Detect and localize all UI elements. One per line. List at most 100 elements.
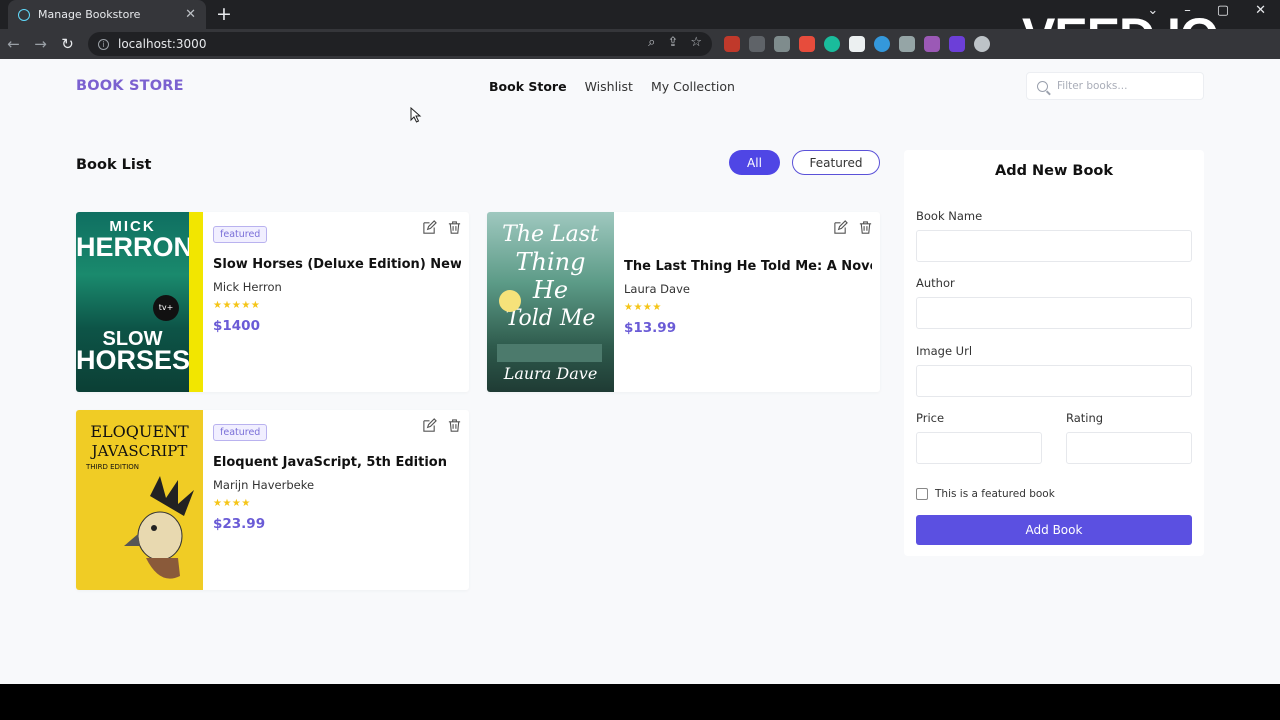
cover-text: The Last — [502, 222, 599, 247]
book-title: Slow Horses (Deluxe Edition) New — [213, 257, 461, 272]
nav-my-collection[interactable]: My Collection — [651, 79, 735, 94]
book-details: The Last Thing He Told Me: A Novel Laura… — [624, 222, 872, 336]
cover-text: Thing — [515, 248, 586, 276]
close-icon[interactable]: ✕ — [185, 7, 196, 22]
card-actions — [422, 418, 462, 433]
url-field[interactable]: i localhost:3000 ⌕ ⇪ ☆ — [88, 32, 712, 56]
search-input[interactable] — [1057, 80, 1197, 92]
extension-icon[interactable] — [749, 36, 765, 52]
author-label: Author — [916, 276, 955, 290]
close-window-icon[interactable]: ✕ — [1255, 3, 1266, 18]
add-book-form: Add New Book Book Name Author Image Url … — [904, 150, 1204, 556]
book-cover-image: MICK HERRON tv+ SLOW HORSES — [76, 212, 203, 392]
image-url-input[interactable] — [916, 365, 1192, 397]
zoom-icon[interactable]: ⌕ — [648, 35, 655, 50]
book-name-label: Book Name — [916, 209, 983, 223]
trash-icon[interactable] — [447, 220, 462, 235]
app-page: BOOK STORE Book Store Wishlist My Collec… — [0, 59, 1280, 684]
image-url-label: Image Url — [916, 344, 973, 358]
extension-icon[interactable] — [899, 36, 915, 52]
book-name-input[interactable] — [916, 230, 1192, 262]
cover-text: HERRON — [76, 232, 194, 262]
extension-icon[interactable] — [949, 36, 965, 52]
extension-icon[interactable] — [724, 36, 740, 52]
edit-icon[interactable] — [422, 220, 437, 235]
url-text: localhost:3000 — [118, 37, 207, 51]
book-details: featured Eloquent JavaScript, 5th Editio… — [213, 420, 461, 532]
filter-all-button[interactable]: All — [729, 150, 780, 175]
rating-stars: ★★★★★ — [213, 300, 261, 311]
page-title: Book List — [76, 157, 152, 173]
edit-icon[interactable] — [833, 220, 848, 235]
featured-badge: featured — [213, 226, 268, 243]
share-icon[interactable]: ⇪ — [667, 35, 678, 50]
new-tab-icon[interactable]: + — [216, 4, 232, 24]
maximize-icon[interactable]: ▢ — [1217, 3, 1229, 18]
extensions-bar — [724, 36, 990, 52]
price-label: Price — [916, 411, 945, 425]
search-icon — [1037, 80, 1048, 92]
book-author: Laura Dave — [624, 282, 690, 296]
book-price: $1400 — [213, 318, 260, 334]
cover-houses — [497, 344, 602, 362]
info-icon[interactable]: i — [98, 38, 109, 50]
rating-input[interactable] — [1066, 432, 1192, 464]
cover-text: HORSES — [76, 345, 191, 375]
cover-strip — [189, 212, 203, 392]
top-nav: Book Store Wishlist My Collection — [489, 79, 735, 94]
cover-bird-illustration — [124, 476, 194, 579]
featured-checkbox-label[interactable]: This is a featured book — [935, 488, 1055, 500]
react-favicon-icon — [18, 8, 30, 21]
book-card: The Last Thing He Told Me Laura Dave The… — [487, 212, 880, 392]
tab-title: Manage Bookstore — [38, 8, 141, 21]
address-bar: ← → ↻ i localhost:3000 ⌕ ⇪ ☆ — [0, 29, 1280, 59]
book-club-sticker — [499, 290, 521, 312]
extension-icon[interactable] — [824, 36, 840, 52]
forward-icon[interactable]: → — [27, 35, 54, 53]
rating-label: Rating — [1066, 411, 1104, 425]
form-title: Add New Book — [994, 163, 1114, 179]
nav-wishlist[interactable]: Wishlist — [585, 79, 633, 94]
extension-icon[interactable] — [874, 36, 890, 52]
nav-book-store[interactable]: Book Store — [489, 79, 567, 94]
mouse-cursor-icon — [410, 107, 422, 123]
brand-logo[interactable]: BOOK STORE — [76, 78, 184, 94]
edit-icon[interactable] — [422, 418, 437, 433]
rating-stars: ★★★★ — [624, 302, 662, 313]
extension-icon[interactable] — [774, 36, 790, 52]
card-actions — [833, 220, 873, 235]
back-icon[interactable]: ← — [0, 35, 27, 53]
book-card: MICK HERRON tv+ SLOW HORSES featured Slo… — [76, 212, 469, 392]
price-input[interactable] — [916, 432, 1042, 464]
book-author: Mick Herron — [213, 280, 282, 294]
book-title: The Last Thing He Told Me: A Novel — [624, 259, 872, 274]
author-input[interactable] — [916, 297, 1192, 329]
featured-checkbox-row: This is a featured book — [916, 488, 1055, 500]
book-cover-image: The Last Thing He Told Me Laura Dave — [487, 212, 614, 392]
cover-text: THIRD EDITION — [86, 463, 140, 471]
browser-tab[interactable]: Manage Bookstore ✕ — [8, 0, 206, 29]
book-title: Eloquent JavaScript, 5th Edition — [213, 455, 447, 470]
book-price: $23.99 — [213, 516, 266, 532]
filter-featured-button[interactable]: Featured — [792, 150, 880, 175]
extension-icon[interactable] — [849, 36, 865, 52]
trash-icon[interactable] — [858, 220, 873, 235]
cover-text: Laura Dave — [503, 364, 598, 383]
extension-icon[interactable] — [924, 36, 940, 52]
book-price: $13.99 — [624, 320, 677, 336]
reload-icon[interactable]: ↻ — [54, 35, 81, 53]
card-actions — [422, 220, 462, 235]
star-bookmark-icon[interactable]: ☆ — [690, 35, 702, 50]
book-card: ELOQUENT JAVASCRIPT THIRD EDITION featur… — [76, 410, 469, 590]
featured-checkbox[interactable] — [916, 488, 928, 500]
trash-icon[interactable] — [447, 418, 462, 433]
book-cover-image: ELOQUENT JAVASCRIPT THIRD EDITION — [76, 410, 203, 590]
book-author: Marijn Haverbeke — [213, 478, 315, 492]
apple-tv-badge: tv+ — [153, 295, 179, 321]
rating-stars: ★★★★ — [213, 498, 251, 509]
video-letterbox — [0, 684, 1280, 720]
extension-icon[interactable] — [974, 36, 990, 52]
browser-tabstrip: Manage Bookstore ✕ + ⌄ – ▢ ✕ VEED.IO — [0, 0, 1280, 64]
extension-icon[interactable] — [799, 36, 815, 52]
add-book-button[interactable]: Add Book — [916, 515, 1192, 545]
